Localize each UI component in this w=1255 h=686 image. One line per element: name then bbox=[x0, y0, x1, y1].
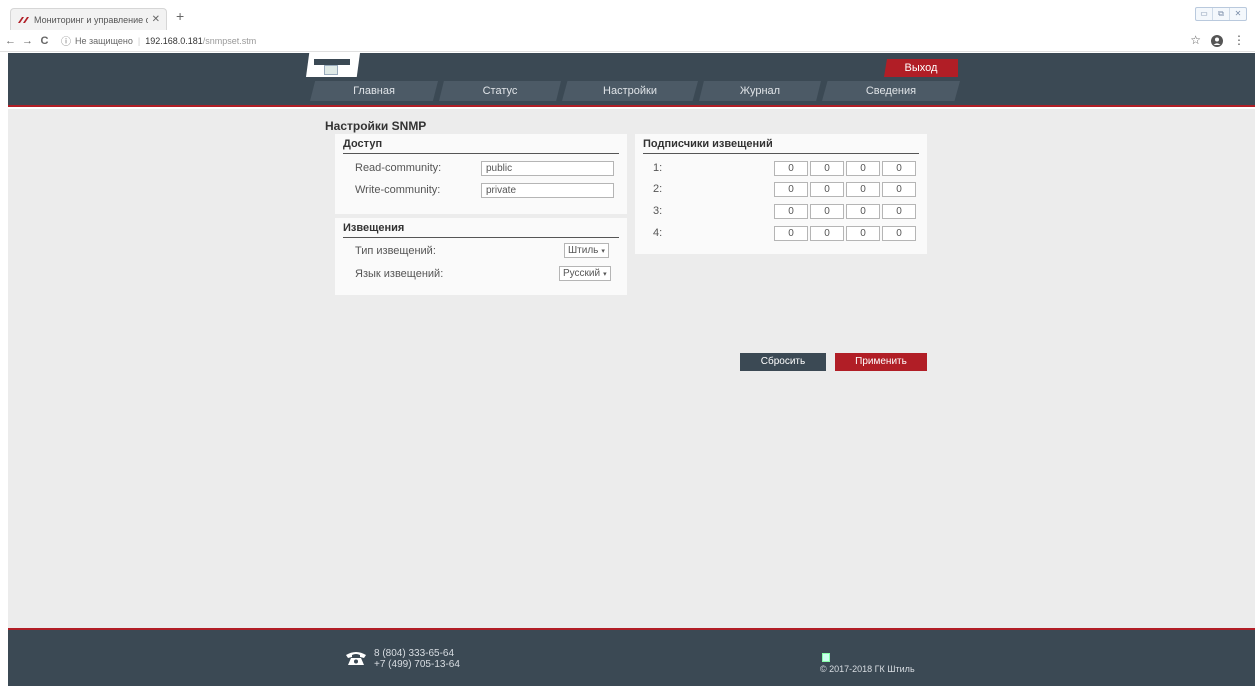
notifications-panel-rule bbox=[343, 237, 619, 238]
url-host: 192.168.0.181 bbox=[145, 35, 203, 46]
tab-close-icon[interactable]: ✕ bbox=[152, 14, 160, 25]
subscriber-label: 1: bbox=[653, 162, 663, 174]
write-community-label: Write-community: bbox=[355, 184, 441, 196]
subscriber-ip-octet[interactable]: 0 bbox=[810, 226, 844, 241]
apply-button[interactable]: Применить bbox=[835, 353, 927, 371]
notifications-panel: Извещения Тип извещений: Штиль ▾ Язык изв… bbox=[335, 218, 627, 295]
notification-language-value: Русский bbox=[563, 268, 601, 279]
new-tab-button[interactable]: + bbox=[176, 8, 184, 24]
url-field[interactable]: ⓘ Не защищено | 192.168.0.181 /snmpset.s… bbox=[61, 33, 257, 49]
menu-item-settings[interactable]: Настройки bbox=[562, 81, 698, 101]
subscriber-ip-octet[interactable]: 0 bbox=[846, 226, 880, 241]
phone-number-2: +7 (499) 705-13-64 bbox=[374, 659, 460, 670]
access-panel-rule bbox=[343, 153, 619, 154]
read-community-input[interactable]: public bbox=[481, 161, 614, 176]
page-title: Настройки SNMP bbox=[325, 119, 427, 133]
minimize-icon[interactable]: ▭ bbox=[1196, 8, 1213, 20]
menu-item-status[interactable]: Статус bbox=[439, 81, 561, 101]
subscriber-ip-octet[interactable]: 0 bbox=[846, 204, 880, 219]
subscriber-ip-octet[interactable]: 0 bbox=[882, 226, 916, 241]
forward-icon[interactable]: → bbox=[21, 35, 34, 47]
menu-item-home[interactable]: Главная bbox=[310, 81, 438, 101]
notification-type-value: Штиль bbox=[568, 245, 599, 256]
info-icon[interactable]: ⓘ bbox=[61, 33, 71, 48]
phone-number-1: 8 (804) 333-65-64 bbox=[374, 648, 455, 659]
copyright: © 2017-2018 ГК Штиль bbox=[820, 664, 915, 674]
subscriber-ip-octet[interactable]: 0 bbox=[774, 161, 808, 176]
back-icon[interactable]: ← bbox=[4, 35, 17, 47]
subscriber-ip-octet[interactable]: 0 bbox=[882, 182, 916, 197]
profile-icon[interactable] bbox=[1211, 35, 1223, 47]
address-bar: ← → C ⓘ Не защищено | 192.168.0.181 /snm… bbox=[0, 30, 1255, 52]
write-community-input[interactable]: private bbox=[481, 183, 614, 198]
subscriber-label: 2: bbox=[653, 183, 663, 195]
chevron-down-icon: ▾ bbox=[601, 248, 605, 255]
phone-icon bbox=[346, 652, 366, 665]
reload-icon[interactable]: C bbox=[38, 35, 51, 47]
contact-phones: 8 (804) 333-65-64 +7 (499) 705-13-64 bbox=[374, 648, 460, 670]
notification-type-select[interactable]: Штиль ▾ bbox=[564, 243, 609, 258]
subscriber-ip-octet[interactable]: 0 bbox=[882, 161, 916, 176]
subscribers-panel-title: Подписчики извещений bbox=[643, 138, 773, 150]
subscriber-ip-octet[interactable]: 0 bbox=[774, 182, 808, 197]
subscribers-panel: Подписчики извещений 1: 0 0 0 0 2: 0 0 0… bbox=[635, 134, 927, 254]
close-window-icon[interactable]: ✕ bbox=[1230, 8, 1246, 20]
browser-tab[interactable]: Мониторинг и управление сист ✕ bbox=[10, 8, 167, 30]
access-panel-title: Доступ bbox=[343, 138, 383, 150]
broken-image-icon bbox=[324, 65, 338, 75]
subscriber-ip-octet[interactable]: 0 bbox=[774, 226, 808, 241]
read-community-label: Read-community: bbox=[355, 162, 442, 174]
browser-tabbar: Мониторинг и управление сист ✕ + ▭ ⧉ ✕ bbox=[0, 0, 1255, 30]
reset-button[interactable]: Сбросить bbox=[740, 353, 826, 371]
subscriber-label: 4: bbox=[653, 227, 663, 239]
subscriber-ip-octet[interactable]: 0 bbox=[810, 182, 844, 197]
subscriber-ip-octet[interactable]: 0 bbox=[882, 204, 916, 219]
subscriber-ip-octet[interactable]: 0 bbox=[846, 182, 880, 197]
subscriber-label: 3: bbox=[653, 205, 663, 217]
site-favicon-icon bbox=[18, 16, 29, 23]
menu-item-info[interactable]: Сведения bbox=[822, 81, 960, 101]
subscriber-ip-octet[interactable]: 0 bbox=[774, 204, 808, 219]
access-panel: Доступ Read-community: public Write-comm… bbox=[335, 134, 627, 214]
bookmark-star-icon[interactable]: ☆ bbox=[1190, 33, 1201, 47]
security-label: Не защищено bbox=[75, 35, 133, 46]
notification-language-select[interactable]: Русский ▾ bbox=[559, 266, 611, 281]
notification-type-label: Тип извещений: bbox=[355, 245, 436, 257]
address-bar-actions: ☆ ⋮ bbox=[1190, 33, 1245, 47]
site-header: Выход Главная Статус Настройки Журнал Св… bbox=[8, 53, 1255, 107]
restore-icon[interactable]: ⧉ bbox=[1213, 8, 1230, 20]
window-controls: ▭ ⧉ ✕ bbox=[1195, 7, 1247, 21]
main-content: Настройки SNMP Доступ Read-community: pu… bbox=[8, 109, 1255, 628]
url-path: /snmpset.stm bbox=[202, 35, 257, 46]
notifications-panel-title: Извещения bbox=[343, 222, 405, 234]
logo[interactable] bbox=[306, 53, 360, 77]
subscriber-ip-octet[interactable]: 0 bbox=[846, 161, 880, 176]
menu-item-journal[interactable]: Журнал bbox=[699, 81, 821, 101]
url-separator: | bbox=[137, 35, 141, 46]
subscriber-ip-octet[interactable]: 0 bbox=[810, 204, 844, 219]
logout-button[interactable]: Выход bbox=[884, 59, 958, 77]
chevron-down-icon: ▾ bbox=[603, 271, 607, 278]
site-footer: 8 (804) 333-65-64 +7 (499) 705-13-64 © 2… bbox=[8, 628, 1255, 686]
main-menu: Главная Статус Настройки Журнал Сведения bbox=[306, 81, 961, 101]
subscribers-panel-rule bbox=[643, 153, 919, 154]
tab-title: Мониторинг и управление сист bbox=[34, 14, 148, 25]
broken-image-icon bbox=[822, 653, 830, 662]
subscriber-ip-octet[interactable]: 0 bbox=[810, 161, 844, 176]
notification-language-label: Язык извещений: bbox=[355, 268, 444, 280]
browser-menu-icon[interactable]: ⋮ bbox=[1233, 33, 1245, 47]
